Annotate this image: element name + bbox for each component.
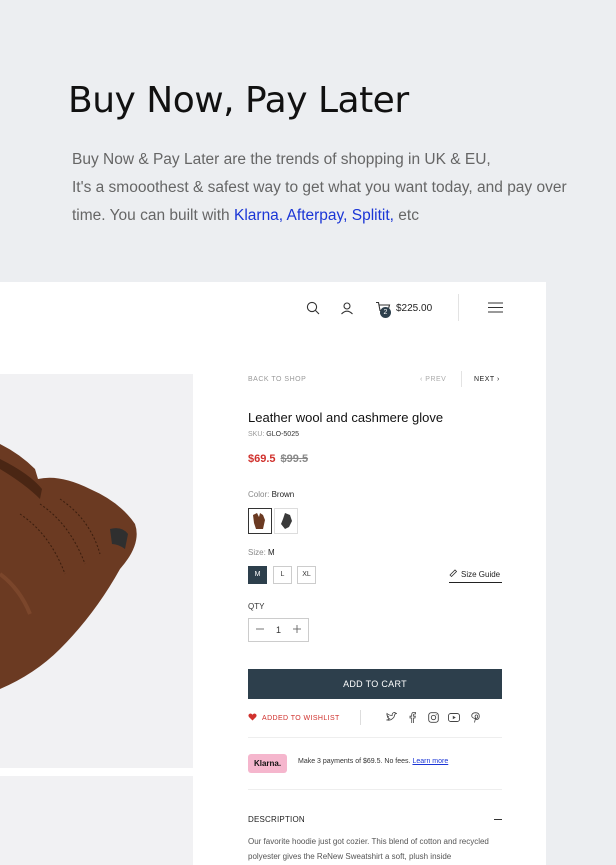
product-title: Leather wool and cashmere glove	[248, 410, 444, 425]
quantity-value[interactable]: 1	[276, 625, 281, 635]
divider	[248, 737, 502, 738]
hero-line-3: time. You can built with Klarna, Afterpa…	[72, 202, 572, 230]
social-share	[385, 711, 481, 723]
color-swatch-black[interactable]	[274, 508, 298, 534]
sale-price: $69.5	[248, 453, 276, 465]
color-label: Color: Brown	[248, 490, 502, 499]
wishlist-link[interactable]: ADDED TO WISHLIST	[248, 713, 340, 723]
klarna-message: Make 3 payments of $69.5. No fees. Learn …	[298, 758, 448, 765]
cart-total[interactable]: $225.00	[396, 303, 432, 314]
share-divider	[360, 710, 361, 725]
quantity-stepper[interactable]: 1	[248, 618, 309, 642]
product-sku: SKU: GLO-5025	[248, 431, 502, 438]
size-label-text: Size:	[248, 548, 266, 557]
klarna-message-text: Make 3 payments of $69.5. No fees.	[298, 758, 411, 765]
original-price: $99.5	[280, 453, 309, 465]
color-label-text: Color:	[248, 490, 270, 499]
payment-providers: Klarna, Afterpay, Splitit,	[234, 207, 394, 224]
header-divider	[458, 294, 459, 321]
sku-label: SKU:	[248, 431, 265, 438]
size-option-l[interactable]: L	[273, 566, 292, 584]
size-guide-label: Size Guide	[461, 569, 501, 579]
heart-icon	[248, 713, 257, 723]
chevron-right-icon: ›	[494, 376, 500, 383]
sku-value: GLO-5025	[266, 431, 299, 438]
minus-icon	[494, 819, 502, 820]
product-image-secondary[interactable]	[0, 776, 193, 865]
description-toggle[interactable]: DESCRIPTION	[248, 815, 502, 824]
youtube-icon[interactable]	[448, 711, 460, 723]
hero-line-1: Buy Now & Pay Later are the trends of sh…	[72, 151, 491, 168]
wishlist-label: ADDED TO WISHLIST	[262, 714, 340, 722]
hero-description: Buy Now & Pay Later are the trends of sh…	[72, 146, 572, 230]
pinterest-icon[interactable]	[469, 711, 481, 723]
divider	[248, 789, 502, 790]
hero-line-3-start: time. You can built with	[72, 207, 234, 224]
search-icon[interactable]	[304, 299, 322, 317]
description-title: DESCRIPTION	[248, 815, 305, 824]
size-option-xl[interactable]: XL	[297, 566, 316, 584]
learn-more-link[interactable]: Learn more	[412, 758, 448, 765]
product-price: $69.5 $99.5	[248, 453, 502, 465]
size-value: M	[268, 548, 275, 557]
instagram-icon[interactable]	[427, 711, 439, 723]
size-guide-link[interactable]: Size Guide	[449, 569, 502, 583]
next-label: NEXT	[474, 376, 495, 383]
product-page-preview: 2 $225.00 BACK TO SHOP ‹ PREV NEXT › Lea…	[0, 282, 546, 865]
size-option-m[interactable]: M	[248, 566, 267, 584]
description-text: Our favorite hoodie just got cozier. Thi…	[248, 837, 489, 861]
plus-icon[interactable]	[292, 625, 301, 635]
hero-line-2: It's a smooothest & safest way to get wh…	[72, 179, 567, 196]
minus-icon[interactable]	[256, 625, 264, 635]
glove-image	[0, 444, 137, 689]
cart-icon[interactable]: 2	[374, 299, 392, 318]
twitter-icon[interactable]	[385, 711, 397, 723]
color-value: Brown	[271, 490, 295, 499]
facebook-icon[interactable]	[406, 711, 418, 723]
color-swatch-brown[interactable]	[248, 508, 272, 534]
menu-icon[interactable]	[488, 300, 503, 318]
page-title: Buy Now, Pay Later	[68, 80, 409, 121]
cart-count-badge: 2	[380, 307, 391, 318]
nav-divider	[461, 371, 462, 387]
header-icons: 2 $225.00	[304, 299, 432, 318]
ruler-icon	[449, 569, 458, 579]
next-link[interactable]: NEXT ›	[474, 376, 500, 383]
add-to-cart-button[interactable]: ADD TO CART	[248, 669, 502, 699]
hero-line-3-end: etc	[393, 207, 419, 224]
prev-link[interactable]: ‹ PREV	[420, 376, 446, 383]
user-icon[interactable]	[338, 299, 356, 317]
qty-label: QTY	[248, 602, 265, 611]
size-label: Size: M	[248, 548, 502, 557]
klarna-badge: Klarna.	[248, 754, 287, 773]
product-image-main[interactable]	[0, 374, 193, 768]
breadcrumb[interactable]: BACK TO SHOP	[248, 376, 502, 383]
prev-label: PREV	[425, 376, 447, 383]
